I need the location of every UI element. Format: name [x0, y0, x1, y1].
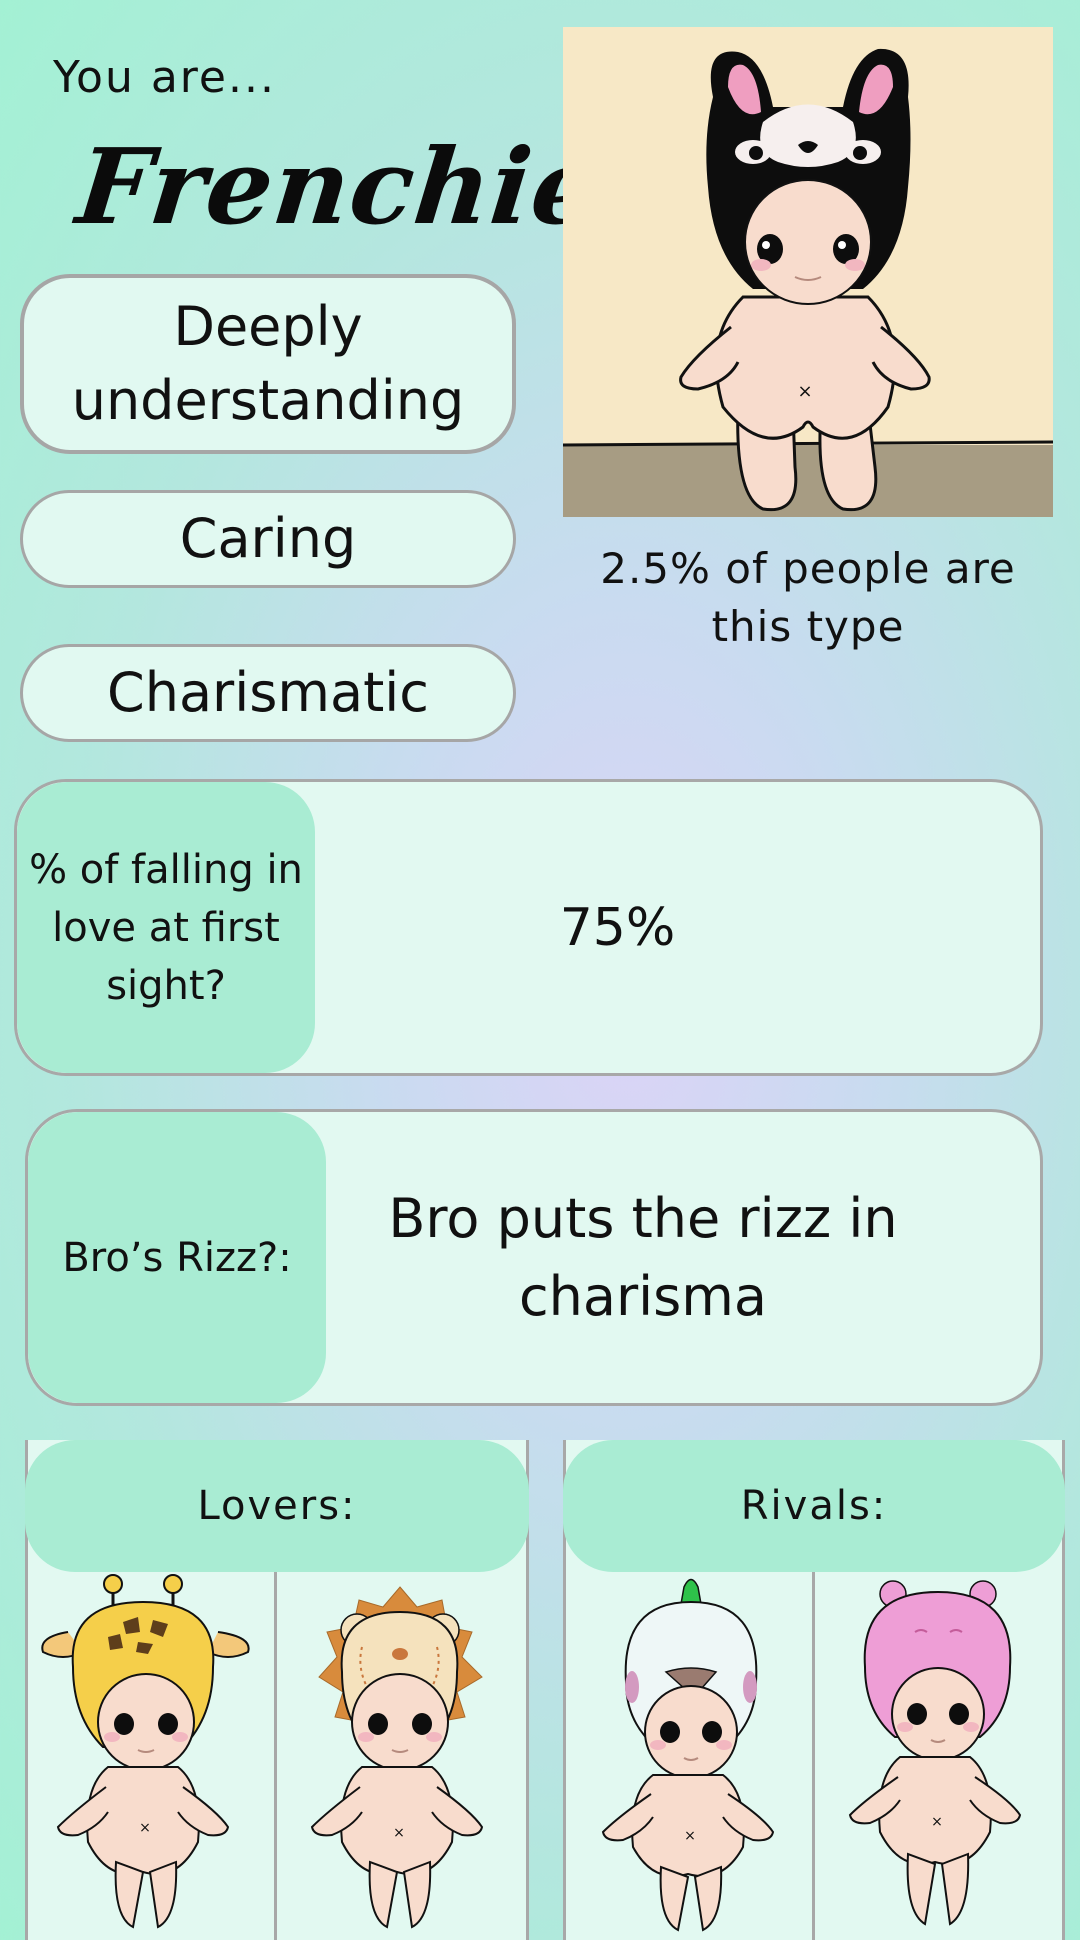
rivals-label: Rivals:: [563, 1440, 1065, 1572]
svg-text:×: ×: [684, 1828, 696, 1844]
rizz-value: Bro puts the rizz in charisma: [388, 1186, 898, 1328]
trait-deeply-understanding: Deeply understanding: [20, 274, 516, 454]
giraffe-figure: ×: [28, 1572, 274, 1932]
love-at-first-sight-value: 75%: [559, 897, 676, 958]
rizz-card: Bro’s Rizz?: Bro puts the rizz in charis…: [25, 1109, 1043, 1406]
lion-figure: ×: [277, 1572, 523, 1932]
frenchie-illustration: ×: [563, 27, 1053, 517]
svg-text:×: ×: [931, 1814, 943, 1830]
rivals-panel: Rivals: × ×: [563, 1440, 1065, 1940]
svg-text:×: ×: [797, 381, 812, 402]
intro-text: You are...: [53, 52, 276, 103]
svg-text:×: ×: [393, 1825, 405, 1841]
rizz-label: Bro’s Rizz?:: [28, 1112, 326, 1403]
love-at-first-sight-label: % of falling in love at first sight?: [17, 782, 315, 1073]
trait-caring: Caring: [20, 490, 516, 588]
love-at-first-sight-card: % of falling in love at first sight? 75%: [14, 779, 1043, 1076]
lovers-panel: Lovers: × ×: [25, 1440, 529, 1940]
bird-figure: ×: [566, 1572, 812, 1932]
svg-text:×: ×: [139, 1820, 151, 1836]
lovers-label: Lovers:: [25, 1440, 529, 1572]
rarity-text: 2.5% of people are this type: [600, 544, 1016, 651]
trait-charismatic: Charismatic: [20, 644, 516, 742]
hippo-figure: ×: [815, 1572, 1061, 1932]
